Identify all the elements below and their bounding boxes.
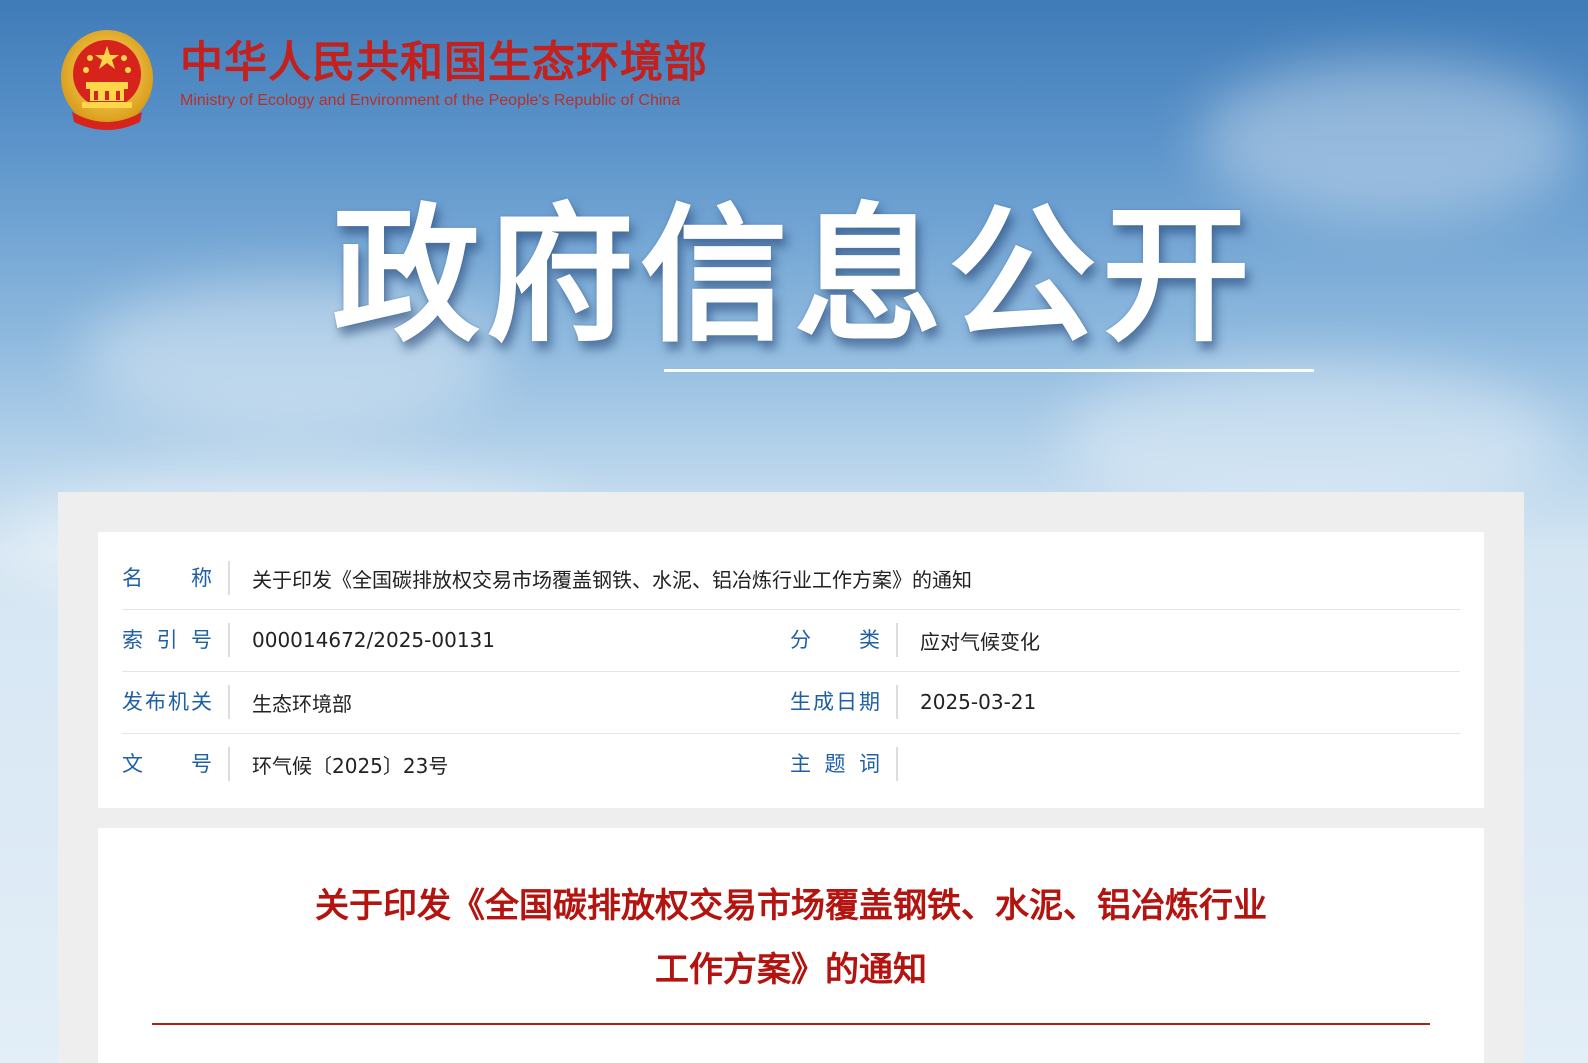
article-title-line-2: 工作方案》的通知 bbox=[655, 950, 927, 990]
metadata-row-index: 索引号 000014672/2025-00131 分类 应对气候变化 bbox=[122, 609, 1460, 672]
name-value: 关于印发《全国碳排放权交易市场覆盖钢铁、水泥、铝冶炼行业工作方案》的通知 bbox=[252, 567, 972, 592]
category-value: 应对气候变化 bbox=[920, 629, 1040, 654]
metadata-row-name: 名称 关于印发《全国碳排放权交易市场覆盖钢铁、水泥、铝冶炼行业工作方案》的通知 bbox=[122, 547, 1460, 610]
name-label: 名称 bbox=[122, 566, 212, 590]
issuer-value: 生态环境部 bbox=[252, 691, 352, 716]
issuer-label: 发布机关 bbox=[122, 690, 212, 714]
separator bbox=[228, 561, 230, 595]
docno-label: 文号 bbox=[122, 752, 212, 776]
separator bbox=[228, 623, 230, 657]
date-label: 生成日期 bbox=[790, 690, 880, 714]
article-card: 关于印发《全国碳排放权交易市场覆盖钢铁、水泥、铝冶炼行业 工作方案》的通知 bbox=[98, 828, 1484, 1063]
index-value: 000014672/2025-00131 bbox=[252, 628, 495, 652]
keywords-label: 主题词 bbox=[790, 752, 880, 776]
docno-value: 环气候〔2025〕23号 bbox=[252, 753, 449, 778]
separator bbox=[896, 623, 898, 657]
site-title[interactable]: 中华人民共和国生态环境部 bbox=[180, 38, 708, 88]
banner-divider bbox=[664, 369, 1314, 372]
document-metadata-card: 名称 关于印发《全国碳排放权交易市场覆盖钢铁、水泥、铝冶炼行业工作方案》的通知 … bbox=[98, 532, 1484, 808]
article-title: 关于印发《全国碳排放权交易市场覆盖钢铁、水泥、铝冶炼行业 工作方案》的通知 bbox=[98, 874, 1484, 1002]
site-header: 中华人民共和国生态环境部 Ministry of Ecology and Env… bbox=[58, 28, 778, 132]
separator bbox=[228, 685, 230, 719]
metadata-row-docno: 文号 环气候〔2025〕23号 主题词 bbox=[122, 733, 1460, 795]
index-label: 索引号 bbox=[122, 628, 212, 652]
category-label: 分类 bbox=[790, 628, 880, 652]
metadata-row-issuer: 发布机关 生态环境部 生成日期 2025-03-21 bbox=[122, 671, 1460, 734]
site-subtitle: Ministry of Ecology and Environment of t… bbox=[180, 92, 681, 109]
separator bbox=[896, 747, 898, 781]
date-value: 2025-03-21 bbox=[920, 690, 1037, 714]
separator bbox=[228, 747, 230, 781]
national-emblem-icon[interactable] bbox=[58, 28, 156, 132]
article-title-line-1: 关于印发《全国碳排放权交易市场覆盖钢铁、水泥、铝冶炼行业 bbox=[315, 886, 1267, 926]
article-title-rule bbox=[152, 1023, 1430, 1025]
banner-title: 政府信息公开 bbox=[332, 190, 1256, 362]
separator bbox=[896, 685, 898, 719]
